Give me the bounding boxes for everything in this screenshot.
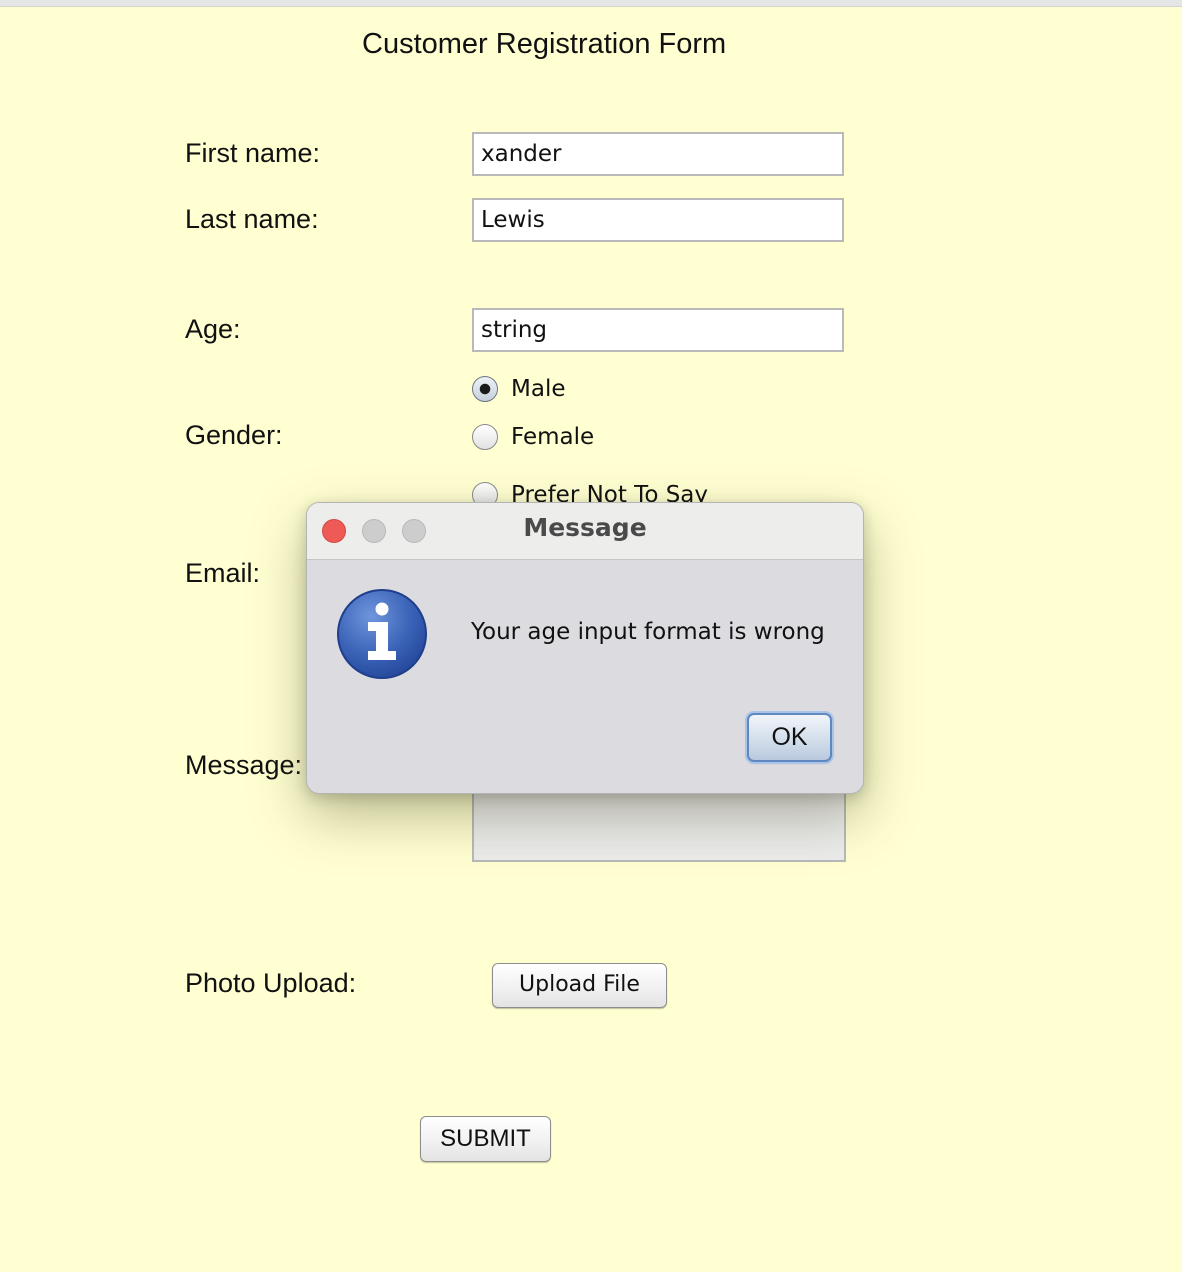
message-dialog: Message Your age input format is wrong O… bbox=[306, 502, 864, 794]
email-label: Email: bbox=[185, 558, 261, 588]
gender-option-label: Male bbox=[511, 376, 566, 402]
upload-file-button[interactable]: Upload File bbox=[492, 963, 667, 1008]
age-field[interactable]: string bbox=[472, 308, 844, 352]
gender-option-label: Female bbox=[511, 424, 595, 450]
message-label: Message: bbox=[185, 750, 303, 780]
gender-label: Gender: bbox=[185, 420, 283, 450]
last-name-field[interactable]: Lewis bbox=[472, 198, 844, 242]
radio-button[interactable] bbox=[472, 424, 498, 450]
info-icon bbox=[337, 589, 427, 679]
gender-option-male[interactable]: Male bbox=[472, 374, 565, 404]
dialog-message: Your age input format is wrong bbox=[471, 619, 825, 645]
window-top-edge bbox=[0, 0, 1182, 7]
age-label: Age: bbox=[185, 314, 241, 344]
dialog-title: Message bbox=[523, 513, 647, 542]
radio-button-selected[interactable] bbox=[472, 376, 498, 402]
gender-option-female[interactable]: Female bbox=[472, 422, 594, 452]
first-name-field[interactable]: xander bbox=[472, 132, 844, 176]
ok-button[interactable]: OK bbox=[747, 713, 832, 762]
submit-button[interactable]: SUBMIT bbox=[420, 1116, 551, 1162]
photo-upload-label: Photo Upload: bbox=[185, 968, 357, 998]
dialog-titlebar[interactable]: Message bbox=[307, 503, 863, 560]
last-name-label: Last name: bbox=[185, 204, 319, 234]
first-name-label: First name: bbox=[185, 138, 321, 168]
page-title: Customer Registration Form bbox=[362, 28, 727, 60]
